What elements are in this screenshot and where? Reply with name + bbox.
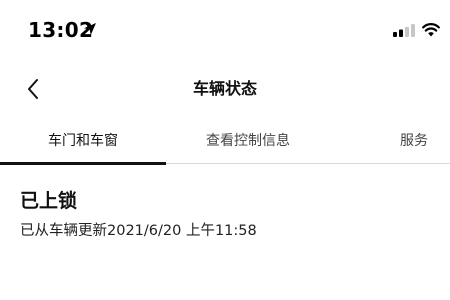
wifi-icon bbox=[422, 23, 440, 37]
tab-control-info[interactable]: 查看控制信息 bbox=[206, 130, 290, 150]
tab-bar: 车门和车窗 查看控制信息 服务 bbox=[0, 122, 450, 166]
navigation-bar: 车辆状态 bbox=[0, 70, 450, 108]
lock-status: 已上锁 bbox=[20, 190, 78, 212]
cellular-signal-icon bbox=[393, 24, 415, 37]
page-title: 车辆状态 bbox=[192, 79, 257, 98]
vehicle-status-screen: 13:02 车辆状态 车门和车窗 查看控制信息 服务 已上锁 已从车辆更新202… bbox=[0, 0, 450, 300]
location-arrow-icon bbox=[84, 23, 96, 35]
update-timestamp: 已从车辆更新2021/6/20 上午11:58 bbox=[20, 223, 257, 239]
tab-doors-and-windows[interactable]: 车门和车窗 bbox=[48, 130, 118, 150]
tab-service[interactable]: 服务 bbox=[400, 130, 428, 150]
status-bar: 13:02 bbox=[0, 0, 450, 60]
active-tab-indicator bbox=[0, 162, 166, 165]
